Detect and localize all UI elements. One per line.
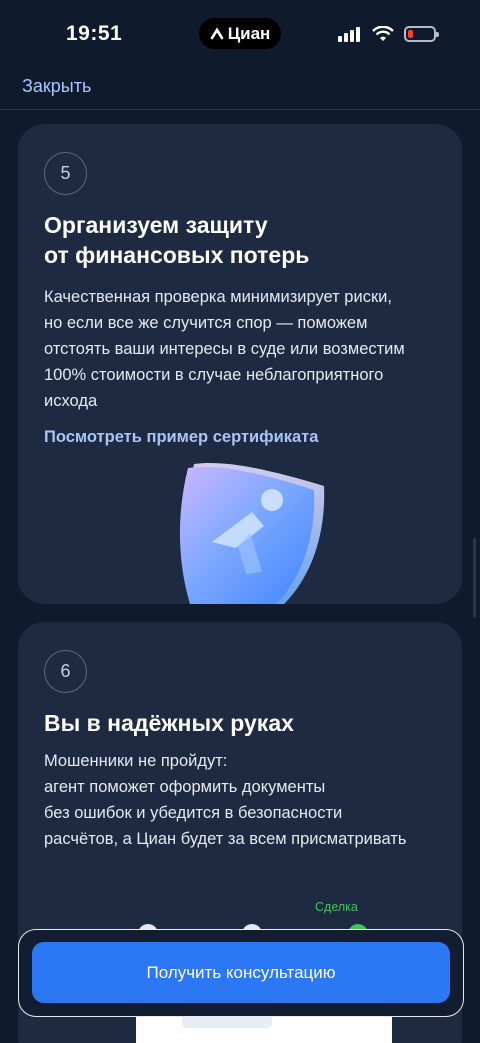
card-description: Качественная проверка минимизирует риски… [44,284,444,414]
description-line: но если все же случится спор — поможем [44,314,368,332]
card-title-line: от финансовых потерь [44,242,310,268]
description-line: исхода [44,392,98,410]
step-badge: 6 [44,650,87,693]
step-card-5: 5 Организуем защиту от финансовых потерь… [18,124,462,604]
dynamic-island[interactable]: Циан [199,18,281,49]
scroll-indicator[interactable] [473,538,476,618]
shield-icon [179,462,325,604]
card-title: Вы в надёжных руках [44,710,294,736]
nav-header: Закрыть [0,70,480,110]
description-line: без ошибок и убедится в безопасности [44,804,343,822]
view-certificate-link[interactable]: Посмотреть пример сертификата [44,428,318,447]
status-bar: 19:51 Циан [0,0,480,70]
description-line: Качественная проверка минимизирует риски… [44,288,392,306]
signal-icon [338,27,360,42]
screen: 19:51 Циан Закрыть 5 Организуем защиту о… [0,0,480,1043]
status-time: 19:51 [66,22,123,45]
description-line: отстоять ваши интересы в суде или возмес… [44,340,405,358]
card-title-line: Организуем защиту [44,212,268,238]
step-badge: 5 [44,152,87,195]
deal-status-label: Сделка [315,900,358,914]
description-line: 100% стоимости в случае неблагоприятного [44,366,384,384]
description-line: расчётов, а Циан будет за всем присматри… [44,830,407,848]
close-button[interactable]: Закрыть [22,76,91,97]
card-title: Организуем защиту от финансовых потерь [44,210,424,270]
app-pill-label: Циан [227,23,271,43]
cian-logo-icon [210,27,224,39]
battery-low-icon [404,26,439,42]
status-icons [338,26,439,42]
description-line: агент поможет оформить документы [44,778,326,796]
card-description: Мошенники не пройдут: агент поможет офор… [44,748,444,852]
cta-container: Получить консультацию [18,929,464,1017]
description-line: Мошенники не пройдут: [44,752,228,770]
get-consultation-button[interactable]: Получить консультацию [32,942,450,1003]
wifi-icon [372,26,394,41]
